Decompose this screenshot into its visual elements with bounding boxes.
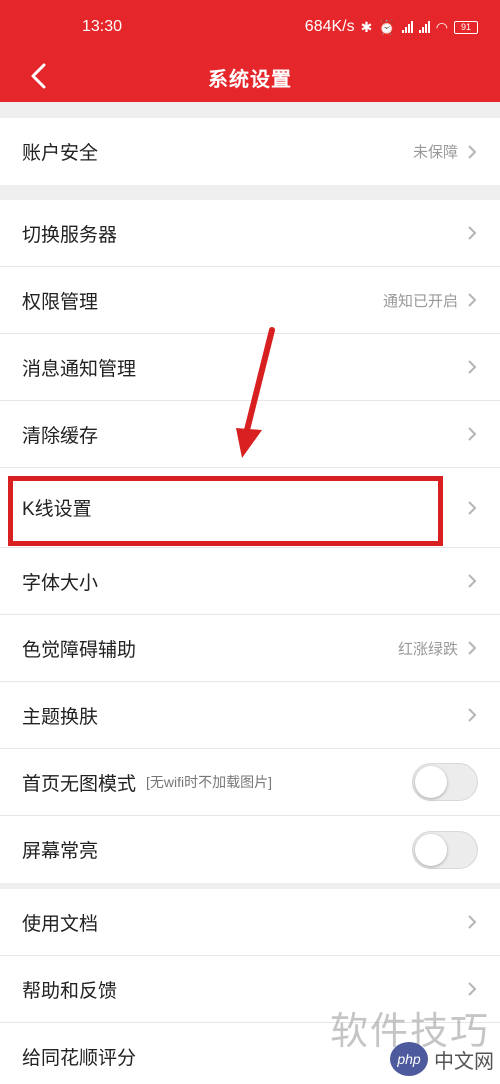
row-kline-settings[interactable]: K线设置 [0,468,500,548]
row-permission-management[interactable]: 权限管理 通知已开启 [0,267,500,334]
row-label: K线设置 [22,499,92,520]
row-theme-skin[interactable]: 主题换肤 [0,682,500,749]
chevron-right-icon [468,226,477,240]
no-image-mode-toggle[interactable] [412,763,478,801]
page-title: 系统设置 [208,69,292,91]
net-speed: 684K/s [304,18,355,35]
row-label: 账户安全 [22,143,99,164]
row-value: 通知已开启 [382,292,458,310]
row-label: 字体大小 [22,572,99,594]
toggle-knob [415,833,447,866]
row-label: 帮助和反馈 [22,980,118,1002]
row-label: 切换服务器 [22,224,118,246]
row-notification-management[interactable]: 消息通知管理 [0,334,500,401]
row-label: 主题换肤 [22,706,99,728]
row-no-image-mode: 首页无图模式 [无wifi时不加载图片] [0,749,500,816]
battery-icon: 91 [454,20,478,34]
signal-icon [401,21,413,33]
settings-group-main: 切换服务器 权限管理 通知已开启 消息通知管理 清除缓存 K线设置 字体大小 色… [0,200,500,883]
row-account-security[interactable]: 账户安全 未保障 [0,118,500,185]
row-user-docs[interactable]: 使用文档 [0,889,500,956]
row-font-size[interactable]: 字体大小 [0,548,500,615]
settings-group-account: 账户安全 未保障 [0,118,500,185]
row-switch-server[interactable]: 切换服务器 [0,200,500,267]
row-label: 使用文档 [22,913,99,935]
chevron-right-icon [468,293,477,307]
watermark-site: php 中文网 [390,1042,494,1076]
row-label: 消息通知管理 [22,358,137,380]
screen-always-on-toggle[interactable] [412,830,478,869]
wifi-icon: ◠ [435,18,448,35]
row-value: 红涨绿跌 [397,640,458,658]
chevron-right-icon [468,982,477,996]
row-label: 权限管理 [22,291,99,313]
row-label: 给同花顺评分 [22,1048,137,1069]
row-screen-always-on: 屏幕常亮 [0,816,500,883]
alarm-icon: ⏰ [378,18,396,35]
watermark-site-text: 中文网 [434,1050,494,1073]
signal-icon [418,21,430,33]
chevron-right-icon [468,144,477,159]
chevron-right-icon [468,708,477,722]
chevron-right-icon [468,427,477,441]
row-value: 未保障 [412,144,458,161]
row-label: 屏幕常亮 [22,841,99,862]
bluetooth-icon: ✱ [360,18,373,35]
chevron-right-icon [468,500,477,515]
title-bar: 系统设置 [0,50,500,102]
row-clear-cache[interactable]: 清除缓存 [0,401,500,468]
status-bar: 13:30 684K/s ✱ ⏰ ◠ 91 [0,0,500,50]
status-time: 13:30 [82,18,123,35]
row-label: 首页无图模式 [22,773,137,795]
chevron-right-icon [468,641,477,655]
row-sublabel: [无wifi时不加载图片] [146,774,273,790]
chevron-right-icon [468,574,477,588]
chevron-right-icon [468,360,477,374]
row-color-blind-assist[interactable]: 色觉障碍辅助 红涨绿跌 [0,615,500,682]
row-label: 色觉障碍辅助 [22,639,137,661]
status-icons: 684K/s ✱ ⏰ ◠ 91 [305,18,478,36]
php-logo-icon: php [390,1042,428,1076]
chevron-right-icon [468,915,477,929]
toggle-knob [415,766,447,798]
row-label: 清除缓存 [22,425,99,447]
